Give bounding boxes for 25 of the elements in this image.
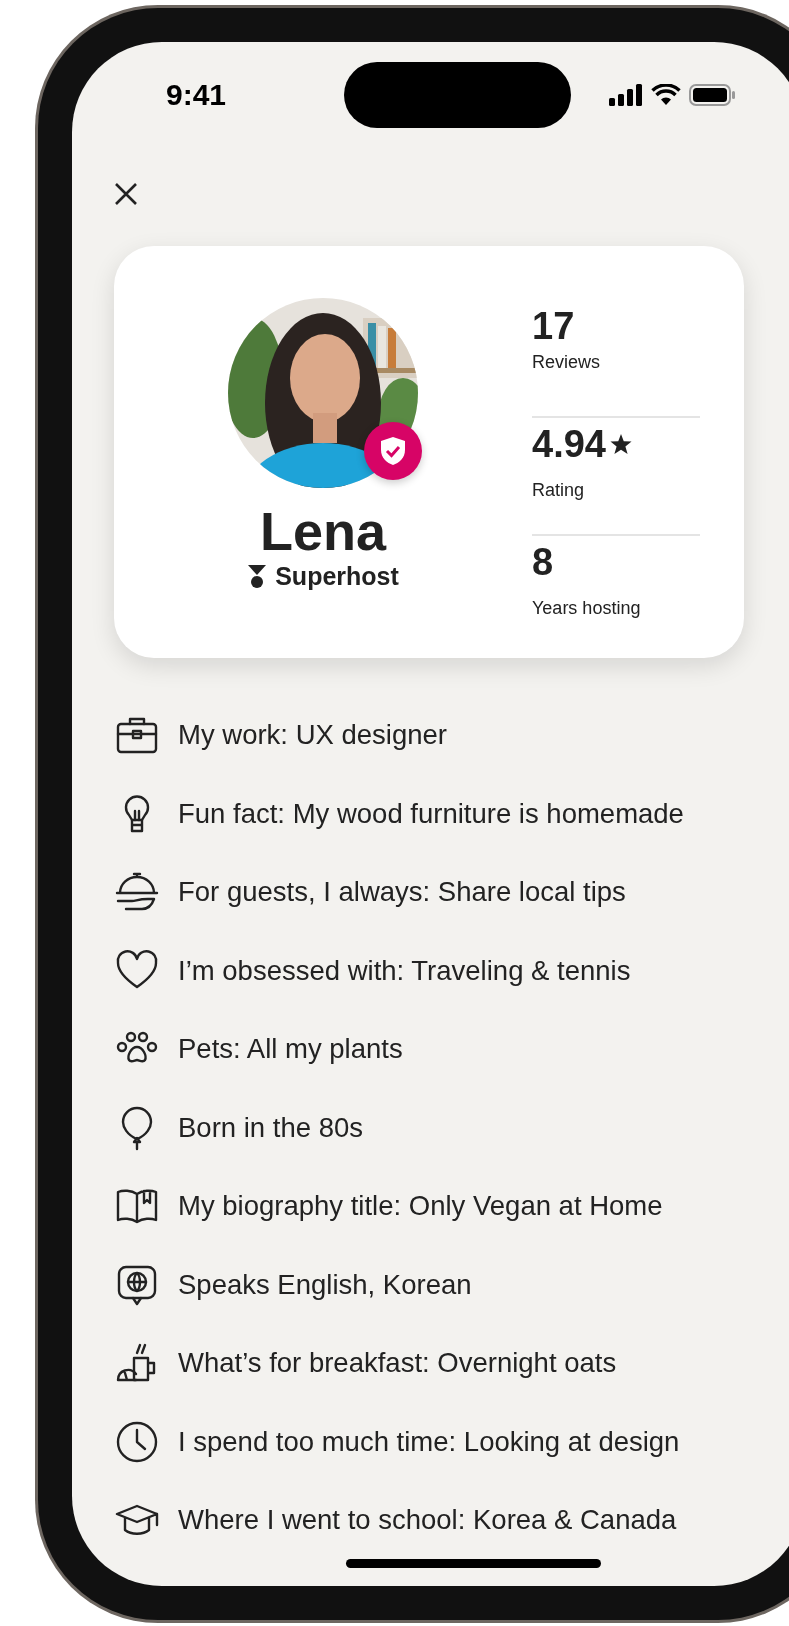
battery-icon xyxy=(689,84,735,106)
superhost-icon xyxy=(247,563,268,590)
stat-value: 17 xyxy=(532,304,575,348)
stat-value: 4.94 xyxy=(532,422,606,466)
host-name: Lena xyxy=(259,500,386,562)
profile-fact: Born in the 80s xyxy=(178,1111,363,1144)
profile-fact: My biography title: Only Vegan at Home xyxy=(178,1190,663,1223)
stat-value: 8 xyxy=(532,540,554,584)
profile-fact: For guests, I always: Share local tips xyxy=(178,876,626,909)
stat-label: Years hosting xyxy=(532,598,642,619)
profile-fact: I’m obsessed with: Traveling & tennis xyxy=(178,954,631,987)
profile-fact: Fun fact: My wood furniture is homemade xyxy=(178,797,684,830)
status-time: 9:41 xyxy=(165,78,228,112)
profile-fact: What’s for breakfast: Overnight oats xyxy=(178,1347,617,1380)
profile-fact: Speaks English, Korean xyxy=(178,1268,472,1301)
signal-icon xyxy=(609,84,643,106)
wifi-icon xyxy=(651,84,681,106)
profile-fact: My work: UX designer xyxy=(178,719,447,752)
stat-label: Reviews xyxy=(532,352,602,373)
stat-label: Rating xyxy=(532,480,586,501)
profile-fact: I spend too much time: Looking at design xyxy=(178,1425,680,1458)
superhost-label: Superhost xyxy=(275,562,399,591)
profile-fact: Where I went to school: Korea & Canada xyxy=(178,1504,677,1537)
profile-fact: Pets: All my plants xyxy=(178,1033,403,1066)
star-icon xyxy=(609,433,632,455)
